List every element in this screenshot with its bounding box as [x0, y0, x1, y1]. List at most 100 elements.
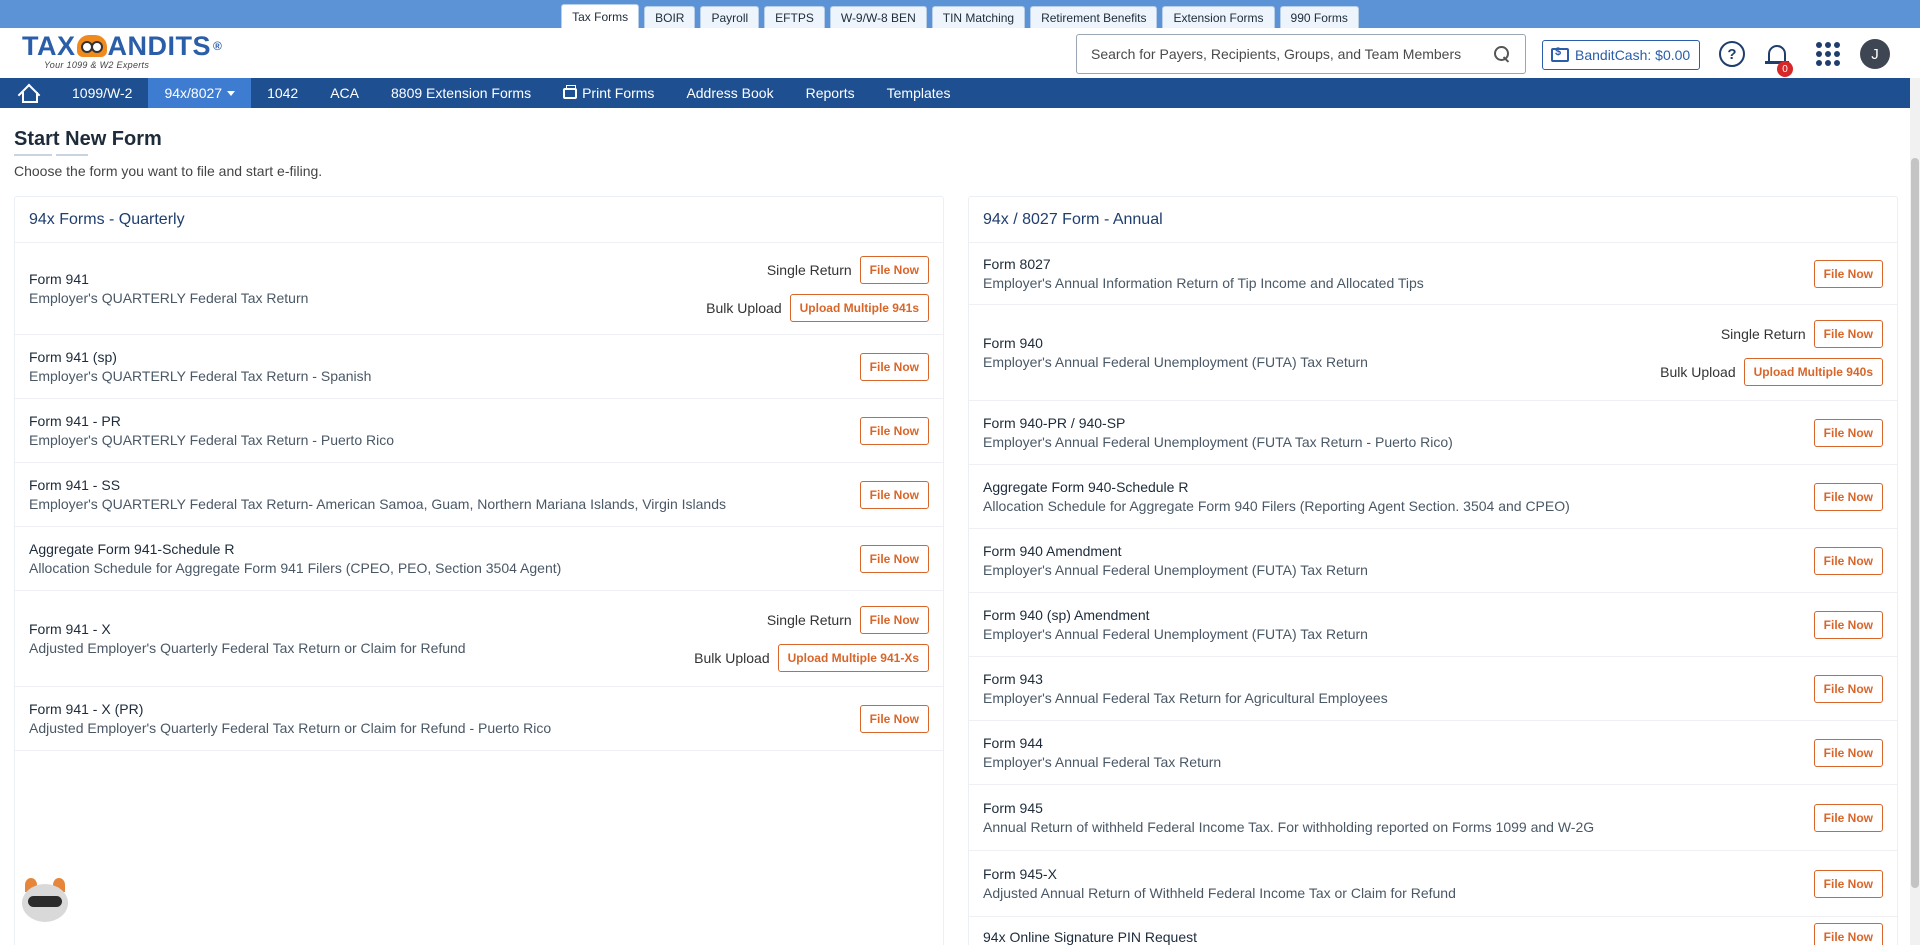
single-return-label: Single Return [766, 261, 852, 278]
bulk-upload-line: Bulk Upload Upload Multiple 941s [706, 293, 929, 322]
form-row: 94x Online Signature PIN Request File Now [969, 917, 1897, 945]
product-tab-tax-forms[interactable]: Tax Forms [561, 4, 640, 28]
product-tab-tin-matching[interactable]: TIN Matching [931, 6, 1026, 28]
annual-form-list: Form 8027 Employer's Annual Information R… [969, 243, 1897, 945]
file-now-button[interactable]: File Now [1813, 546, 1883, 575]
form-name: Form 940 (sp) Amendment [983, 607, 1150, 623]
owl-mascot-icon [76, 35, 107, 57]
form-row: Form 945 Annual Return of withheld Federa… [969, 785, 1897, 851]
file-now-button[interactable]: File Now [859, 255, 929, 284]
form-actions: File Now [859, 352, 929, 381]
nav-item-1099-w-2[interactable]: 1099/W-2 [56, 78, 148, 108]
form-description: Employer's Annual Federal Tax Return [983, 754, 1222, 770]
file-now-button[interactable]: File Now [1813, 482, 1883, 511]
form-actions: File Now [1813, 922, 1883, 945]
form-row: Form 940-PR / 940-SP Employer's Annual Fe… [969, 401, 1897, 465]
form-row: Form 8027 Employer's Annual Information R… [969, 243, 1897, 305]
chat-assistant-mascot-icon[interactable] [20, 876, 70, 924]
nav-item-reports[interactable]: Reports [790, 78, 871, 108]
file-now-button[interactable]: File Now [1813, 610, 1883, 639]
upload-multiple-button[interactable]: Upload Multiple 940s [1743, 357, 1883, 386]
file-now-button[interactable]: File Now [1813, 259, 1883, 288]
search-icon[interactable] [1493, 45, 1511, 63]
product-tab-boir[interactable]: BOIR [644, 6, 696, 28]
form-description: Employer's Annual Federal Tax Return for… [983, 690, 1388, 706]
nav-item-94x-8027[interactable]: 94x/8027 [148, 78, 252, 108]
nav-item-8809-extension-forms[interactable]: 8809 Extension Forms [375, 78, 547, 108]
title-underline [14, 154, 88, 157]
scrollbar-thumb[interactable] [1911, 158, 1919, 888]
nav-item-address-book[interactable]: Address Book [670, 78, 789, 108]
nav-item-print-forms[interactable]: Print Forms [547, 78, 670, 108]
file-now-button[interactable]: File Now [1813, 674, 1883, 703]
file-now-button[interactable]: File Now [1813, 319, 1883, 348]
bulk-upload-label: Bulk Upload [694, 649, 770, 666]
printer-icon [563, 84, 578, 99]
form-info: Form 941 - PR Employer's QUARTERLY Federa… [29, 413, 394, 448]
upload-multiple-button[interactable]: Upload Multiple 941s [789, 293, 929, 322]
form-name: Form 940-PR / 940-SP [983, 415, 1126, 431]
product-tab-990-forms[interactable]: 990 Forms [1279, 6, 1359, 28]
form-info: Form 941 - X (PR) Adjusted Employer's Qua… [29, 701, 551, 736]
file-now-button[interactable]: File Now [859, 480, 929, 509]
bandit-cash-button[interactable]: BanditCash: $0.00 [1542, 40, 1700, 70]
nav-home-button[interactable] [0, 78, 56, 108]
file-now-button[interactable]: File Now [859, 352, 929, 381]
page-scrollbar[interactable] [1910, 78, 1920, 945]
form-description: Adjusted Employer's Quarterly Federal Ta… [29, 720, 552, 736]
form-name: 94x Online Signature PIN Request [983, 928, 1198, 945]
taxbandits-logo[interactable]: TAX ANDITS ® Your 1099 & W2 Experts [22, 32, 222, 70]
product-tab-w-9-w-8-ben[interactable]: W-9/W-8 BEN [829, 6, 927, 28]
product-tab-extension-forms[interactable]: Extension Forms [1162, 6, 1275, 28]
nav-item-label: Print Forms [582, 85, 655, 101]
form-name: Form 941 - X (PR) [29, 701, 144, 717]
form-actions: File Now [859, 704, 929, 733]
file-now-button[interactable]: File Now [1813, 922, 1883, 945]
form-row: Form 941 - X (PR) Adjusted Employer's Qua… [15, 687, 943, 751]
file-now-button[interactable]: File Now [1813, 803, 1883, 832]
file-now-button[interactable]: File Now [859, 704, 929, 733]
chevron-down-icon [227, 90, 236, 96]
nav-item-aca[interactable]: ACA [314, 78, 375, 108]
product-tab-eftps[interactable]: EFTPS [764, 6, 825, 28]
page-title: Start New Form [14, 128, 162, 150]
user-avatar[interactable]: J [1860, 39, 1890, 69]
file-now-button[interactable]: File Now [859, 605, 929, 634]
bandit-cash-label: BanditCash: $0.00 [1575, 47, 1691, 63]
form-info: Form 940 Amendment Employer's Annual Fede… [983, 543, 1368, 578]
file-now-button[interactable]: File Now [1813, 738, 1883, 767]
file-now-button[interactable]: File Now [1813, 869, 1883, 898]
nav-item-templates[interactable]: Templates [871, 78, 967, 108]
form-row: Form 941 (sp) Employer's QUARTERLY Federa… [15, 335, 943, 399]
file-now-button[interactable]: File Now [859, 544, 929, 573]
single-return-line: Single Return File Now [767, 605, 929, 634]
nav-item-1042[interactable]: 1042 [251, 78, 314, 108]
nav-item-label: 1042 [267, 85, 299, 101]
form-info: Aggregate Form 941-Schedule R Allocation … [29, 541, 561, 576]
product-tab-payroll[interactable]: Payroll [700, 6, 760, 28]
nav-item-label: 1099/W-2 [72, 85, 133, 101]
logo-text-right: ANDITS [107, 31, 211, 61]
quarterly-panel-title: 94x Forms - Quarterly [15, 197, 943, 243]
nav-item-label: ACA [330, 85, 360, 101]
form-actions: File Now [1813, 803, 1883, 832]
form-name: Form 8027 [983, 256, 1051, 272]
form-description: Annual Return of withheld Federal Income… [983, 819, 1595, 835]
form-info: Form 943 Employer's Annual Federal Tax Re… [983, 671, 1388, 706]
notification-badge: 0 [1777, 61, 1793, 77]
file-now-button[interactable]: File Now [859, 416, 929, 445]
search-input[interactable] [1091, 46, 1493, 62]
help-icon[interactable]: ? [1719, 41, 1745, 67]
upload-multiple-button[interactable]: Upload Multiple 941-Xs [777, 643, 929, 672]
form-info: Form 944 Employer's Annual Federal Tax Re… [983, 735, 1221, 770]
help-symbol: ? [1727, 45, 1737, 63]
form-description: Employer's Annual Federal Unemployment (… [983, 434, 1453, 450]
bulk-upload-line: Bulk Upload Upload Multiple 940s [1660, 357, 1883, 386]
file-now-button[interactable]: File Now [1813, 418, 1883, 447]
form-row: Form 943 Employer's Annual Federal Tax Re… [969, 657, 1897, 721]
product-tab-retirement-benefits[interactable]: Retirement Benefits [1030, 6, 1158, 28]
home-icon [18, 84, 38, 103]
form-actions: File Now [859, 480, 929, 509]
apps-grid-icon[interactable] [1816, 42, 1840, 66]
form-name: Aggregate Form 941-Schedule R [29, 541, 235, 557]
